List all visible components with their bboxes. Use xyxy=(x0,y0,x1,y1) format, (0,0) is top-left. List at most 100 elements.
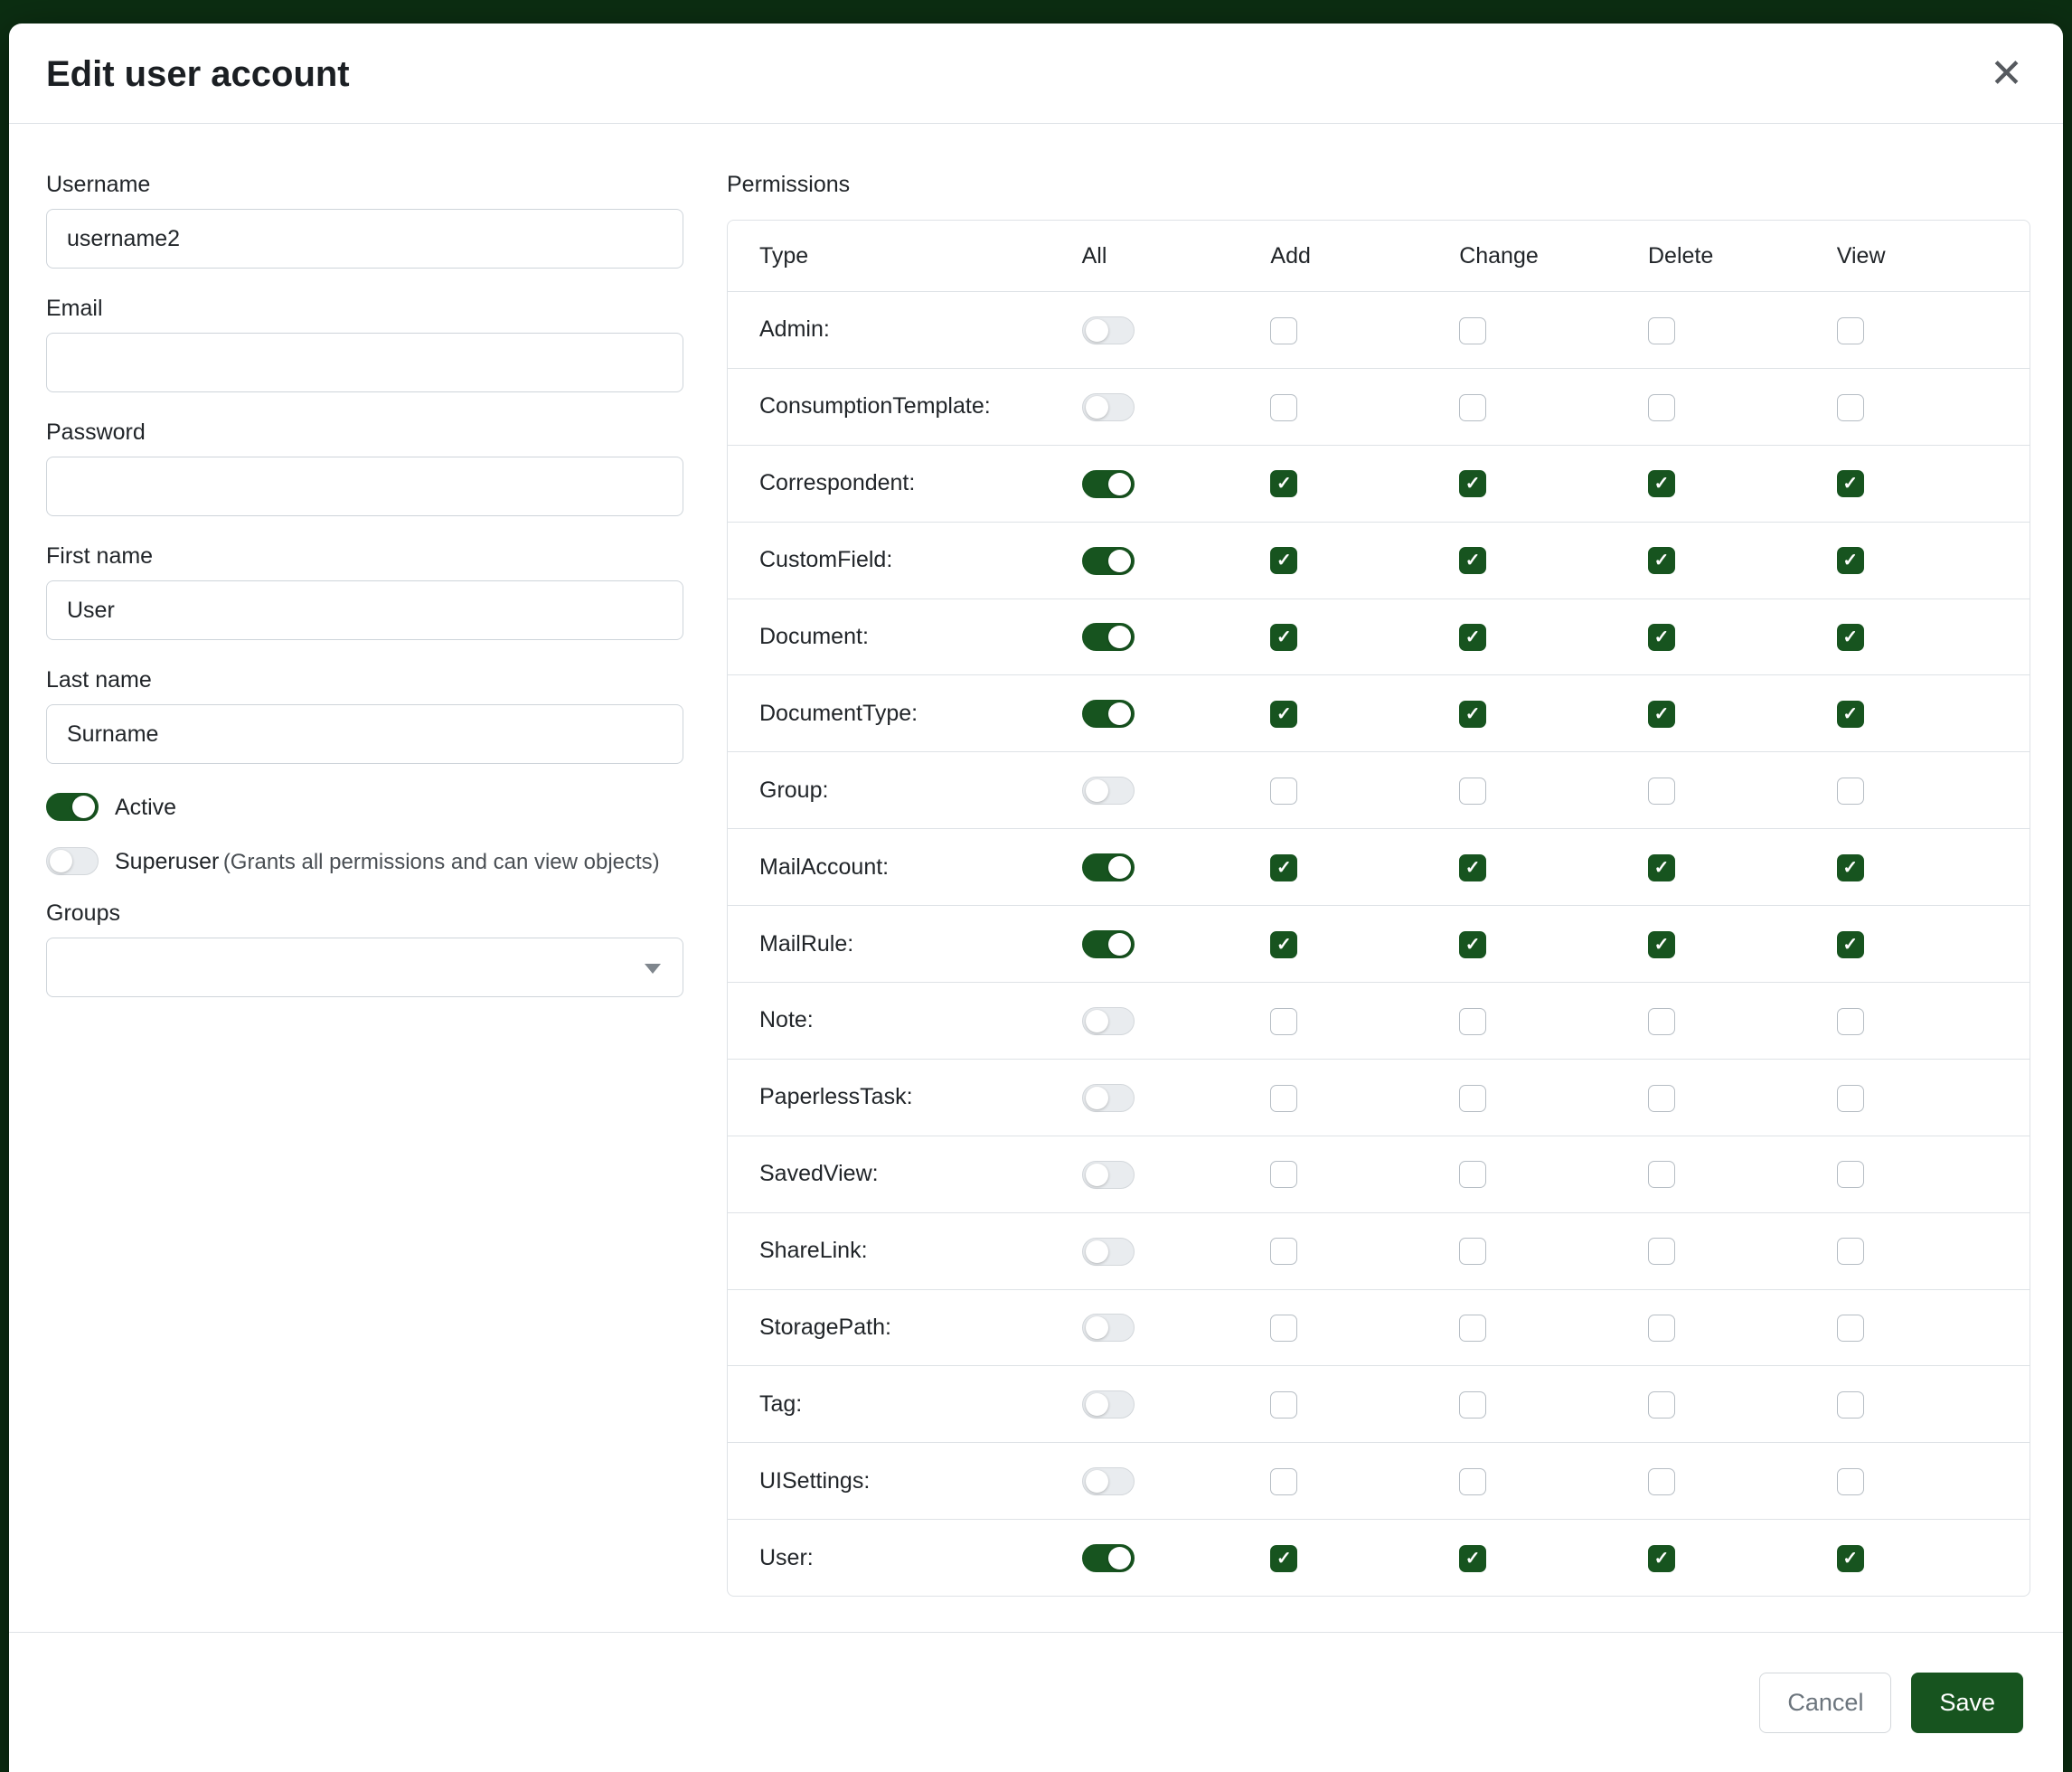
permission-view-checkbox[interactable] xyxy=(1837,1391,1864,1419)
permission-delete-checkbox[interactable] xyxy=(1648,1238,1675,1265)
permission-all-toggle[interactable] xyxy=(1082,700,1135,728)
active-toggle[interactable] xyxy=(46,793,99,821)
permission-add-checkbox[interactable] xyxy=(1270,1161,1297,1188)
permission-change-checkbox[interactable] xyxy=(1459,317,1486,344)
permission-all-toggle[interactable] xyxy=(1082,316,1135,344)
permission-add-checkbox[interactable]: ✓ xyxy=(1270,624,1297,651)
permission-change-checkbox[interactable] xyxy=(1459,1085,1486,1112)
first-name-input[interactable] xyxy=(46,580,683,640)
permission-change-checkbox[interactable]: ✓ xyxy=(1459,931,1486,958)
permission-change-checkbox[interactable]: ✓ xyxy=(1459,701,1486,728)
permission-change-checkbox[interactable]: ✓ xyxy=(1459,547,1486,574)
password-input[interactable] xyxy=(46,457,683,516)
email-input[interactable] xyxy=(46,333,683,392)
permission-all-toggle[interactable] xyxy=(1082,1314,1135,1342)
permission-change-checkbox[interactable] xyxy=(1459,1008,1486,1035)
last-name-input[interactable] xyxy=(46,704,683,764)
permission-view-checkbox[interactable]: ✓ xyxy=(1837,854,1864,881)
permission-add-checkbox[interactable] xyxy=(1270,1315,1297,1342)
cancel-button[interactable]: Cancel xyxy=(1759,1673,1891,1733)
permission-all-toggle[interactable] xyxy=(1082,777,1135,805)
save-button[interactable]: Save xyxy=(1911,1673,2023,1733)
permission-delete-checkbox[interactable]: ✓ xyxy=(1648,931,1675,958)
username-field-group: Username xyxy=(46,171,683,269)
groups-select[interactable] xyxy=(46,938,683,997)
permission-delete-checkbox[interactable]: ✓ xyxy=(1648,624,1675,651)
permission-delete-checkbox[interactable] xyxy=(1648,1161,1675,1188)
permission-all-toggle[interactable] xyxy=(1082,1084,1135,1112)
permission-add-checkbox[interactable] xyxy=(1270,1008,1297,1035)
permission-all-toggle[interactable] xyxy=(1082,1544,1135,1572)
permission-add-checkbox[interactable]: ✓ xyxy=(1270,470,1297,497)
permission-all-toggle[interactable] xyxy=(1082,1007,1135,1035)
permission-add-checkbox[interactable]: ✓ xyxy=(1270,1545,1297,1572)
permission-view-checkbox[interactable]: ✓ xyxy=(1837,624,1864,651)
close-icon[interactable]: ✕ xyxy=(1990,54,2023,94)
last-name-label: Last name xyxy=(46,666,683,693)
permission-delete-checkbox[interactable]: ✓ xyxy=(1648,470,1675,497)
permission-all-toggle[interactable] xyxy=(1082,393,1135,421)
permission-view-checkbox[interactable]: ✓ xyxy=(1837,547,1864,574)
permission-change-checkbox[interactable] xyxy=(1459,1161,1486,1188)
permission-all-toggle[interactable] xyxy=(1082,547,1135,575)
permission-delete-checkbox[interactable] xyxy=(1648,1391,1675,1419)
permission-view-checkbox[interactable]: ✓ xyxy=(1837,931,1864,958)
permission-add-checkbox[interactable] xyxy=(1270,1238,1297,1265)
password-field-group: Password xyxy=(46,419,683,516)
permission-delete-checkbox[interactable] xyxy=(1648,317,1675,344)
permission-change-checkbox[interactable] xyxy=(1459,778,1486,805)
permission-change-checkbox[interactable] xyxy=(1459,394,1486,421)
permission-all-toggle[interactable] xyxy=(1082,853,1135,881)
permission-view-checkbox[interactable] xyxy=(1837,394,1864,421)
permission-delete-checkbox[interactable] xyxy=(1648,1468,1675,1495)
permission-view-checkbox[interactable]: ✓ xyxy=(1837,470,1864,497)
permission-change-checkbox[interactable] xyxy=(1459,1315,1486,1342)
permission-add-checkbox[interactable]: ✓ xyxy=(1270,931,1297,958)
permission-all-toggle[interactable] xyxy=(1082,470,1135,498)
permission-delete-checkbox[interactable] xyxy=(1648,1315,1675,1342)
permission-view-checkbox[interactable] xyxy=(1837,1161,1864,1188)
permission-add-checkbox[interactable] xyxy=(1270,394,1297,421)
permission-change-checkbox[interactable] xyxy=(1459,1391,1486,1419)
permission-delete-checkbox[interactable]: ✓ xyxy=(1648,1545,1675,1572)
permission-change-checkbox[interactable] xyxy=(1459,1238,1486,1265)
username-input[interactable] xyxy=(46,209,683,269)
permission-view-checkbox[interactable]: ✓ xyxy=(1837,1545,1864,1572)
permission-view-checkbox[interactable] xyxy=(1837,317,1864,344)
permission-delete-checkbox[interactable]: ✓ xyxy=(1648,854,1675,881)
permission-view-checkbox[interactable] xyxy=(1837,1008,1864,1035)
permission-add-checkbox[interactable] xyxy=(1270,1391,1297,1419)
permission-delete-checkbox[interactable] xyxy=(1648,1008,1675,1035)
permission-add-checkbox[interactable]: ✓ xyxy=(1270,701,1297,728)
permission-view-checkbox[interactable]: ✓ xyxy=(1837,701,1864,728)
permission-add-checkbox[interactable] xyxy=(1270,778,1297,805)
permission-view-checkbox[interactable] xyxy=(1837,1085,1864,1112)
permission-change-checkbox[interactable]: ✓ xyxy=(1459,1545,1486,1572)
permission-all-toggle[interactable] xyxy=(1082,1390,1135,1419)
permission-all-toggle[interactable] xyxy=(1082,1238,1135,1266)
permission-type-label: Note: xyxy=(728,983,1073,1060)
permission-change-checkbox[interactable] xyxy=(1459,1468,1486,1495)
permission-change-checkbox[interactable]: ✓ xyxy=(1459,624,1486,651)
permission-view-checkbox[interactable] xyxy=(1837,1238,1864,1265)
permission-delete-checkbox[interactable] xyxy=(1648,778,1675,805)
permission-all-toggle[interactable] xyxy=(1082,1161,1135,1189)
permission-view-checkbox[interactable] xyxy=(1837,1468,1864,1495)
permission-delete-checkbox[interactable]: ✓ xyxy=(1648,701,1675,728)
permission-all-toggle[interactable] xyxy=(1082,930,1135,958)
permission-all-toggle[interactable] xyxy=(1082,1467,1135,1495)
permission-add-checkbox[interactable] xyxy=(1270,1085,1297,1112)
permission-delete-checkbox[interactable]: ✓ xyxy=(1648,547,1675,574)
permission-delete-checkbox[interactable] xyxy=(1648,1085,1675,1112)
permission-change-checkbox[interactable]: ✓ xyxy=(1459,470,1486,497)
permission-add-checkbox[interactable] xyxy=(1270,1468,1297,1495)
permission-add-checkbox[interactable] xyxy=(1270,317,1297,344)
permission-add-checkbox[interactable]: ✓ xyxy=(1270,854,1297,881)
permission-all-toggle[interactable] xyxy=(1082,623,1135,651)
superuser-toggle[interactable] xyxy=(46,847,99,875)
permission-view-checkbox[interactable] xyxy=(1837,778,1864,805)
permission-view-checkbox[interactable] xyxy=(1837,1315,1864,1342)
permission-add-checkbox[interactable]: ✓ xyxy=(1270,547,1297,574)
permission-delete-checkbox[interactable] xyxy=(1648,394,1675,421)
permission-change-checkbox[interactable]: ✓ xyxy=(1459,854,1486,881)
